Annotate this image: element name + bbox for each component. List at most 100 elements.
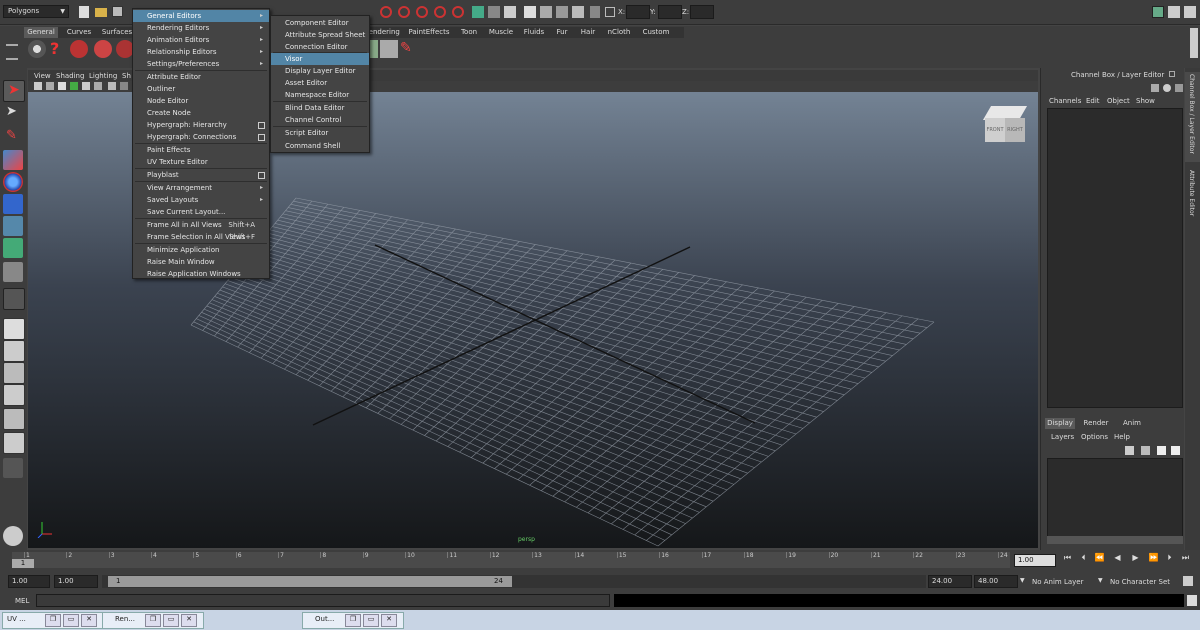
menu-item-namespace-editor[interactable]: Namespace Editor (271, 89, 369, 101)
show-channel-box-icon[interactable] (1184, 6, 1196, 18)
show-tool-settings-icon[interactable] (1168, 6, 1180, 18)
menu-item-general-editors[interactable]: General Editors ▸ (133, 10, 269, 22)
relative-transform-icon[interactable] (605, 7, 615, 17)
menu-item-save-current-layout[interactable]: Save Current Layout... (133, 206, 269, 218)
x-field[interactable] (626, 5, 650, 19)
move-tool-icon[interactable] (3, 150, 23, 170)
chevron-down-icon[interactable]: ▼ (1098, 577, 1103, 584)
menu-item-hypergraph-hierarchy[interactable]: Hypergraph: Hierarchy (133, 119, 269, 131)
go-to-start-icon[interactable]: ⏮ (1062, 552, 1073, 563)
show-manipulator-icon[interactable] (3, 262, 23, 282)
shelf-tab-custom[interactable]: Custom (638, 27, 674, 38)
history-icon[interactable] (472, 6, 484, 18)
hand-icon[interactable] (3, 526, 23, 546)
step-back-icon[interactable]: ⏴ (1078, 552, 1089, 563)
snap-live-icon[interactable] (452, 6, 464, 18)
menu-item-script-editor[interactable]: Script Editor (271, 127, 369, 139)
layout-icon[interactable] (3, 432, 25, 454)
restore-icon[interactable]: ❐ (345, 614, 361, 627)
render-settings-icon[interactable] (556, 6, 568, 18)
time-slider[interactable]: 1 2 3 4 5 6 7 8 9 10 11 12 13 14 15 16 17 18 19 20 21 22 23 24 … (0, 550, 1200, 572)
current-frame-marker[interactable]: 1 (12, 559, 34, 568)
attribute-view-icon[interactable] (1163, 84, 1171, 92)
shelf-tool-icon[interactable]: ✎ (400, 40, 418, 58)
shelf-tab-surfaces[interactable]: Surfaces (98, 27, 136, 38)
menu-item-paint-effects[interactable]: Paint Effects (133, 144, 269, 156)
menu-item-visor[interactable]: Visor (271, 53, 369, 65)
menu-item-uv-texture-editor[interactable]: UV Texture Editor (133, 156, 269, 168)
layer-menu-help[interactable]: Help (1114, 433, 1130, 441)
shelf-tab-fluids[interactable]: Fluids (520, 27, 548, 38)
channel-menu-channels[interactable]: Channels (1049, 97, 1081, 105)
character-set-label[interactable]: No Character Set (1110, 578, 1170, 586)
channel-menu-show[interactable]: Show (1136, 97, 1155, 105)
shelf-tool-icon[interactable] (94, 40, 112, 58)
paint-select-icon[interactable]: ✎ (3, 128, 23, 148)
range-bar[interactable]: 1 24 (102, 575, 926, 588)
open-scene-icon[interactable] (95, 8, 107, 17)
step-back-key-icon[interactable]: ⏪ (1094, 552, 1105, 563)
command-line-language[interactable]: MEL (15, 597, 29, 605)
playback-start-field[interactable]: 1.00 (8, 575, 50, 588)
view-cube-right[interactable]: RIGHT (1005, 118, 1025, 142)
channel-menu-object[interactable]: Object (1107, 97, 1130, 105)
menu-item-rendering-editors[interactable]: Rendering Editors ▸ (133, 22, 269, 34)
side-tab-channel-box[interactable]: Channel Box / Layer Editor (1185, 72, 1200, 162)
snap-grid-icon[interactable] (380, 6, 392, 18)
history-on-icon[interactable] (488, 6, 500, 18)
close-icon[interactable]: ✕ (181, 614, 197, 627)
menu-item-create-node[interactable]: Create Node (133, 107, 269, 119)
render-frame-icon[interactable] (504, 6, 516, 18)
key-icon[interactable] (1183, 576, 1193, 586)
taskbar-item-outliner[interactable]: Out... ❐ ▭ ✕ (302, 612, 404, 629)
maximize-icon[interactable]: ▭ (363, 614, 379, 627)
option-box-icon[interactable] (258, 122, 265, 129)
range-bar-handle[interactable]: 1 24 (108, 576, 512, 587)
restore-icon[interactable]: ❐ (145, 614, 161, 627)
script-editor-icon[interactable] (1187, 595, 1197, 606)
shelf-tab-painteffects[interactable]: PaintEffects (404, 27, 454, 38)
z-field[interactable] (690, 5, 714, 19)
shelf-tab-general[interactable]: General (24, 27, 58, 38)
shelf-tab-curves[interactable]: Curves (62, 27, 96, 38)
command-input[interactable] (36, 594, 610, 607)
mode-menu[interactable]: Polygons ▼ (3, 5, 69, 18)
menu-item-outliner[interactable]: Outliner (133, 83, 269, 95)
taskbar-item-uv[interactable]: UV ... ❐ ▭ ✕ (2, 612, 104, 629)
option-box-icon[interactable] (258, 172, 265, 179)
hypershade-layout-icon[interactable] (3, 408, 25, 430)
menu-item-minimize-application[interactable]: Minimize Application (133, 244, 269, 256)
anim-layer-label[interactable]: No Anim Layer (1032, 578, 1083, 586)
film-reel-icon[interactable] (28, 40, 46, 58)
layer-down-icon[interactable] (1171, 446, 1180, 455)
menu-item-settings-preferences[interactable]: Settings/Preferences ▸ (133, 58, 269, 70)
ipr-render-icon[interactable] (540, 6, 552, 18)
layer-menu-options[interactable]: Options (1081, 433, 1108, 441)
time-ruler[interactable]: 1 2 3 4 5 6 7 8 9 10 11 12 13 14 15 16 17 18 19 20 21 22 23 24 (12, 552, 1010, 568)
tool-icon[interactable] (1175, 84, 1183, 92)
menu-item-component-editor[interactable]: Component Editor (271, 17, 369, 29)
step-forward-icon[interactable]: ⏵ (1164, 552, 1175, 563)
menu-item-view-arrangement[interactable]: View Arrangement ▸ (133, 182, 269, 194)
shelf-tab-hair[interactable]: Hair (576, 27, 600, 38)
render-current-icon[interactable] (524, 6, 536, 18)
shelf-tool-icon[interactable] (70, 40, 88, 58)
range-end-field[interactable]: 24.00 (928, 575, 972, 588)
menu-item-hypergraph-connections[interactable]: Hypergraph: Connections (133, 131, 269, 143)
restore-icon[interactable]: ❐ (45, 614, 61, 627)
input-mode-icon[interactable] (590, 6, 600, 18)
maximize-icon[interactable]: ▭ (63, 614, 79, 627)
menu-item-animation-editors[interactable]: Animation Editors ▸ (133, 34, 269, 46)
go-to-end-icon[interactable]: ⏭ (1180, 552, 1191, 563)
chevron-down-icon[interactable]: ▼ (1020, 577, 1025, 584)
menu-item-asset-editor[interactable]: Asset Editor (271, 77, 369, 89)
pin-icon[interactable] (1169, 71, 1175, 77)
single-pane-layout-icon[interactable] (3, 318, 25, 340)
save-scene-icon[interactable] (112, 6, 123, 17)
snap-plane-icon[interactable] (434, 6, 446, 18)
shelf-settings-icon[interactable] (1190, 28, 1198, 58)
snap-point-icon[interactable] (416, 6, 428, 18)
side-tab-attribute-editor[interactable]: Attribute Editor (1185, 168, 1200, 228)
y-field[interactable] (658, 5, 682, 19)
soft-mod-icon[interactable] (3, 238, 23, 258)
